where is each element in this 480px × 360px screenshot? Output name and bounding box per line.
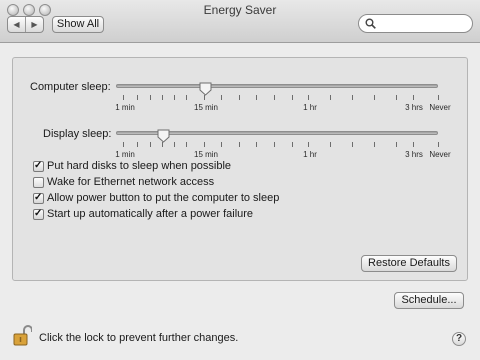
forward-button[interactable]: ▶ xyxy=(25,17,43,32)
scale-label-3-hrs: 3 hrs xyxy=(405,150,423,159)
show-all-button[interactable]: Show All xyxy=(52,16,104,33)
auto-startup-checkbox[interactable]: ✓ xyxy=(33,209,44,220)
wake-ethernet-label[interactable]: Wake for Ethernet network access xyxy=(47,176,214,188)
scale-label-never: Never xyxy=(429,150,451,159)
checkmark-icon: ✓ xyxy=(34,208,43,219)
search-icon xyxy=(365,18,376,29)
wake-ethernet-checkbox[interactable] xyxy=(33,177,44,188)
search-field[interactable] xyxy=(358,14,473,33)
power-button-sleep-checkbox[interactable]: ✓ xyxy=(33,193,44,204)
schedule-button[interactable]: Schedule... xyxy=(394,292,464,309)
checkmark-icon: ✓ xyxy=(34,192,43,203)
display-sleep-ticks xyxy=(0,142,480,147)
scale-label-3-hrs: 3 hrs xyxy=(405,103,423,112)
triangle-left-icon: ◀ xyxy=(13,20,20,29)
scale-label-1-min: 1 min xyxy=(115,103,135,112)
restore-defaults-button[interactable]: Restore Defaults xyxy=(361,255,457,272)
help-button[interactable]: ? xyxy=(452,332,466,346)
back-forward-control: ◀ ▶ xyxy=(7,16,44,33)
search-input[interactable] xyxy=(379,16,467,31)
unlocked-lock-icon[interactable] xyxy=(12,324,32,346)
power-button-sleep-label[interactable]: Allow power button to put the computer t… xyxy=(47,192,279,204)
auto-startup-label[interactable]: Start up automatically after a power fai… xyxy=(47,208,253,220)
scale-label-1-hr: 1 hr xyxy=(303,103,317,112)
scale-label-never: Never xyxy=(429,103,451,112)
computer-sleep-ticks xyxy=(0,95,480,100)
computer-sleep-label: Computer sleep: xyxy=(30,81,111,93)
scale-label-1-hr: 1 hr xyxy=(303,150,317,159)
checkmark-icon: ✓ xyxy=(34,160,43,171)
scale-label-15-min: 15 min xyxy=(193,150,219,159)
computer-sleep-slider-thumb[interactable] xyxy=(199,82,212,96)
display-sleep-slider-thumb[interactable] xyxy=(157,129,170,143)
computer-sleep-track[interactable] xyxy=(116,84,438,88)
back-button[interactable]: ◀ xyxy=(8,17,25,32)
lock-message: Click the lock to prevent further change… xyxy=(39,332,239,344)
title-bar: Energy Saver ◀ ▶ Show All xyxy=(0,0,480,43)
triangle-right-icon: ▶ xyxy=(31,20,38,29)
hard-disk-sleep-checkbox[interactable]: ✓ xyxy=(33,161,44,172)
hard-disk-sleep-label[interactable]: Put hard disks to sleep when possible xyxy=(47,160,231,172)
scale-label-1-min: 1 min xyxy=(115,150,135,159)
display-sleep-label: Display sleep: xyxy=(43,128,112,140)
scale-label-15-min: 15 min xyxy=(193,103,219,112)
